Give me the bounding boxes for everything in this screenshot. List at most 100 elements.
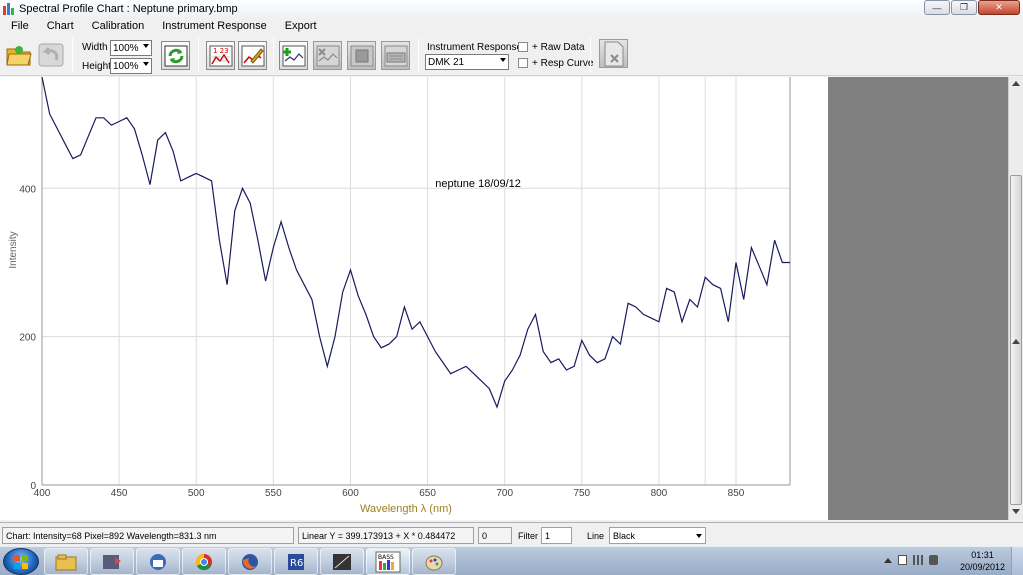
vertical-scrollbar[interactable] [1008, 77, 1023, 520]
svg-text:BASS: BASS [378, 554, 394, 561]
menu-calibration[interactable]: Calibration [81, 20, 152, 32]
windows-logo-icon [14, 554, 28, 569]
line-color-select[interactable]: Black [609, 527, 706, 544]
close-document-icon [604, 41, 623, 66]
calibration-table-button[interactable]: 1 23 [206, 41, 235, 70]
chrome-icon[interactable] [182, 548, 226, 575]
menu-instrument-response[interactable]: Instrument Response [151, 20, 274, 32]
add-line-icon [282, 45, 305, 66]
scroll-up-icon[interactable] [1012, 339, 1020, 344]
chevron-down-icon [696, 534, 702, 538]
app-icon [3, 2, 15, 15]
calibration-table-icon: 1 23 [209, 45, 232, 66]
chart-readout: Chart: Intensity=68 Pixel=892 Wavelength… [2, 527, 294, 544]
instrument-response-label: Instrument Response [427, 42, 523, 53]
flag-icon[interactable] [898, 555, 907, 565]
keyboard-button[interactable] [381, 41, 410, 70]
resp-curve-label: + Resp Curve [532, 58, 594, 69]
menu-chart[interactable]: Chart [36, 20, 81, 32]
toolbar: Width 100% Height 100% 1 23 Instrument R… [0, 34, 1023, 76]
minimize-button[interactable]: — [924, 0, 950, 15]
media-player-icon[interactable] [90, 548, 134, 575]
thunderbird-icon[interactable] [136, 548, 180, 575]
chart-annotation: neptune 18/09/12 [435, 178, 521, 190]
scroll-up-icon[interactable] [1012, 81, 1020, 86]
scroll-down-icon[interactable] [1012, 509, 1020, 514]
chevron-down-icon [143, 44, 149, 48]
volume-icon[interactable] [929, 555, 938, 565]
side-panel [828, 77, 1008, 520]
close-document-button[interactable] [599, 39, 628, 68]
x-tick-label: 800 [651, 488, 668, 499]
window-title: Spectral Profile Chart : Neptune primary… [19, 2, 238, 15]
filter-input[interactable]: 1 [541, 527, 572, 544]
network-icon[interactable] [913, 555, 923, 565]
refresh-icon [164, 45, 187, 66]
spectrum-line [41, 76, 790, 409]
start-button[interactable] [3, 548, 39, 575]
x-tick-label: 650 [419, 488, 436, 499]
system-tray [884, 555, 938, 565]
open-folder-icon[interactable] [4, 40, 33, 69]
raw-data-label: + Raw Data [532, 42, 585, 53]
remove-line-button[interactable] [313, 41, 342, 70]
x-tick-label: 400 [34, 488, 51, 499]
window-controls: — ❐ ✕ [923, 0, 1020, 15]
y-axis-label: Intensity [8, 231, 19, 268]
firefox-icon[interactable] [228, 548, 272, 575]
y-tick-label: 200 [19, 333, 36, 344]
toolbar-separator [590, 38, 591, 72]
title-bar: Spectral Profile Chart : Neptune primary… [0, 0, 1023, 17]
tray-arrow-icon[interactable] [884, 558, 892, 563]
toolbar-separator [198, 38, 199, 72]
image-viewer-icon[interactable] [320, 548, 364, 575]
svg-text:1 23: 1 23 [213, 47, 229, 55]
resp-curve-checkbox[interactable] [518, 58, 528, 68]
filter-label: Filter [518, 531, 538, 541]
status-bar: Chart: Intensity=68 Pixel=892 Wavelength… [0, 522, 1023, 546]
y-tick-label: 400 [19, 184, 36, 195]
line-label: Line [587, 531, 605, 541]
refresh-button[interactable] [161, 41, 190, 70]
x-tick-label: 500 [188, 488, 205, 499]
toolbar-separator [72, 38, 73, 72]
x-tick-label: 700 [496, 488, 513, 499]
toolbar-separator [418, 38, 419, 72]
remove-line-icon [316, 45, 339, 66]
y-tick-label: 0 [30, 481, 36, 492]
x-tick-label: 550 [265, 488, 282, 499]
registax-icon[interactable]: R6 [274, 548, 318, 575]
chart-area[interactable]: 400 450 500 550 600 650 700 750 800 850 0 200 400 ne… [0, 76, 828, 520]
width-select[interactable]: 100% [110, 40, 152, 56]
instrument-response-select[interactable]: DMK 21 [425, 54, 509, 70]
x-axis-label: Wavelength λ (nm) [360, 503, 452, 515]
maximize-button[interactable]: ❐ [951, 0, 977, 15]
undo-icon[interactable] [36, 40, 65, 69]
spectral-profile-chart[interactable]: 400 450 500 550 600 650 700 750 800 850 0 200 400 ne… [0, 76, 828, 520]
x-tick-label: 450 [111, 488, 128, 499]
crop-button[interactable] [347, 41, 376, 70]
x-tick-label: 750 [573, 488, 590, 499]
show-desktop-button[interactable] [1011, 547, 1023, 575]
add-line-button[interactable] [279, 41, 308, 70]
clock-time: 01:31 [971, 550, 994, 560]
x-tick-label: 850 [728, 488, 745, 499]
edit-chart-icon [241, 45, 264, 66]
chevron-down-icon [143, 62, 149, 66]
svg-text:R6: R6 [290, 558, 303, 569]
clock[interactable]: 01:31 20/09/2012 [960, 549, 1005, 573]
explorer-icon[interactable] [44, 548, 88, 575]
menu-export[interactable]: Export [274, 20, 324, 32]
zero-box: 0 [478, 527, 512, 544]
close-button[interactable]: ✕ [978, 0, 1020, 15]
chevron-down-icon [500, 58, 506, 62]
raw-data-checkbox[interactable] [518, 42, 528, 52]
edit-chart-button[interactable] [238, 41, 267, 70]
paint-icon[interactable] [412, 548, 456, 575]
height-select[interactable]: 100% [110, 58, 152, 74]
bass-icon[interactable]: BASS [366, 548, 410, 575]
taskbar: R6 BASS 01:31 20/09/2012 [0, 546, 1023, 575]
x-tick-label: 600 [342, 488, 359, 499]
clock-date: 20/09/2012 [959, 562, 1005, 572]
menu-file[interactable]: File [0, 20, 36, 32]
